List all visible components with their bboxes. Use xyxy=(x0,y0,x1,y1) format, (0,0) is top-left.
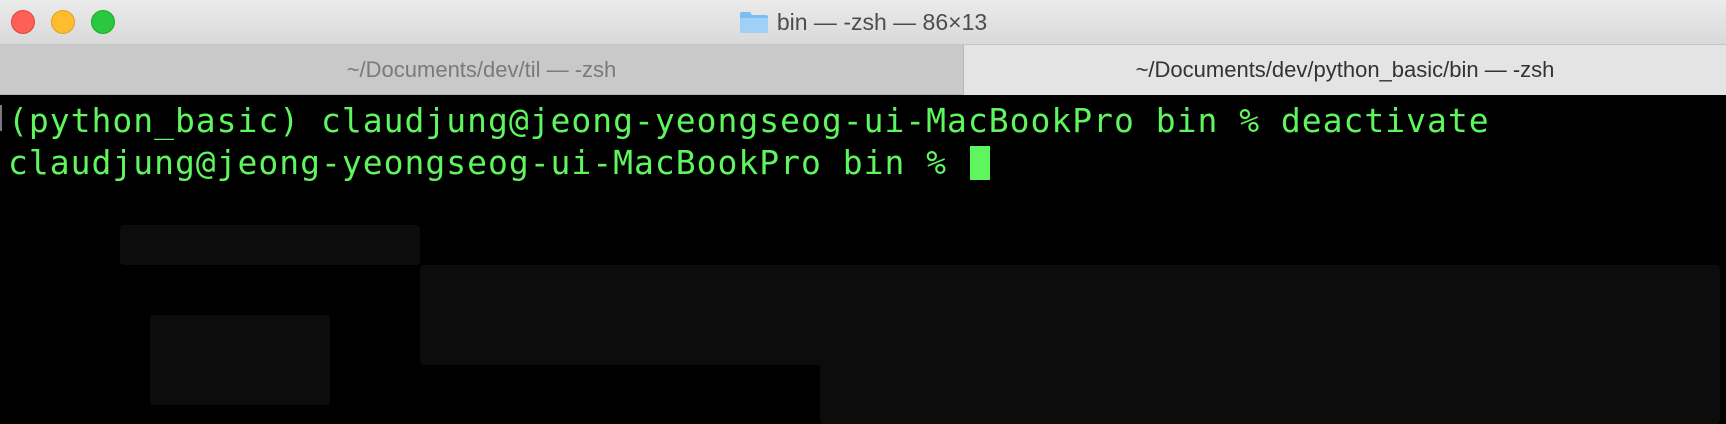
terminal-line-1: (python_basic) claudjung@jeong-yeongseog… xyxy=(8,101,1490,140)
prompt-text: claudjung@jeong-yeongseog-ui-MacBookPro … xyxy=(8,143,968,182)
tab-til[interactable]: ~/Documents/dev/til — -zsh xyxy=(0,45,964,95)
terminal-line-2: claudjung@jeong-yeongseog-ui-MacBookPro … xyxy=(8,143,990,182)
folder-icon xyxy=(739,12,768,33)
tab-python-basic-bin[interactable]: ~/Documents/dev/python_basic/bin — -zsh xyxy=(964,45,1726,95)
window-title: bin — -zsh — 86×13 xyxy=(776,8,988,35)
text-cursor xyxy=(969,146,990,180)
line-marker xyxy=(0,105,6,131)
window-title-area: bin — -zsh — 86×13 xyxy=(0,0,1726,44)
tab-bar: ~/Documents/dev/til — -zsh ~/Documents/d… xyxy=(0,45,1726,95)
terminal-output[interactable]: (python_basic) claudjung@jeong-yeongseog… xyxy=(0,95,1726,424)
title-bar[interactable]: bin — -zsh — 86×13 xyxy=(0,0,1726,45)
terminal-window: bin — -zsh — 86×13 ~/Documents/dev/til —… xyxy=(0,0,1726,424)
